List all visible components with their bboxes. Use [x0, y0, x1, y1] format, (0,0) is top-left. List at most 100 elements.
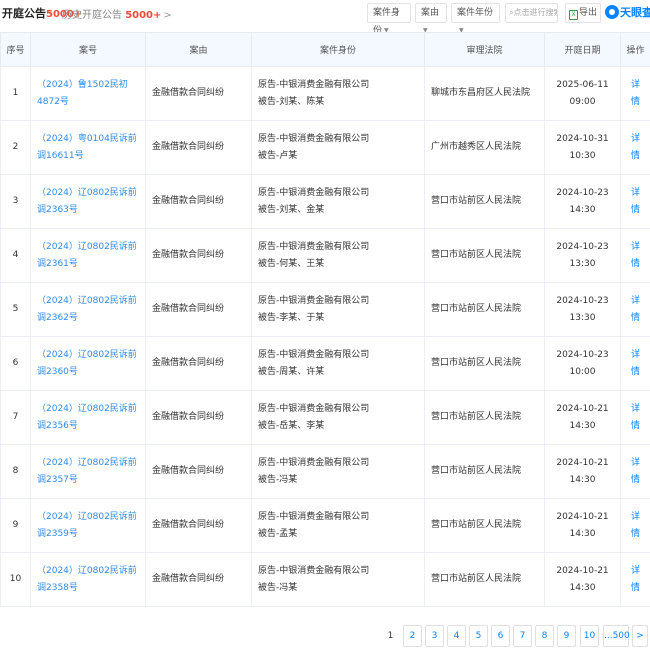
defendant: 被告-李某、于某: [258, 312, 325, 323]
page-10-button[interactable]: 10: [580, 625, 599, 647]
search-input[interactable]: ⌕点击进行搜索: [505, 3, 558, 23]
plaintiff: 原告-中银消费金融有限公司: [258, 457, 370, 468]
case-parties: 原告-中银消费金融有限公司 被告-李某、于某: [251, 282, 425, 337]
case-number-link[interactable]: （2024）辽0802民诉前调2362号: [30, 282, 146, 337]
hearing-date: 2024-10-31 10:30: [544, 120, 621, 175]
row-number: 4: [0, 228, 31, 283]
detail-link[interactable]: 详情: [620, 336, 650, 391]
hearing-date: 2024-10-23 10:00: [544, 336, 621, 391]
defendant: 被告-岳某、李某: [258, 420, 325, 431]
case-cause: 金融借款合同纠纷: [145, 552, 252, 607]
toolbar: 开庭公告5000+ 历史开庭公告 5000+ > 案件身份 ▼ 案由▼ 案件年份▼ …: [0, 0, 650, 36]
case-cause: 金融借款合同纠纷: [145, 336, 252, 391]
table-row: 2 （2024）粤0104民诉前调16611号 金融借款合同纠纷 原告-中银消费金融有…: [0, 120, 650, 175]
defendant: 被告-何某、王某: [258, 258, 325, 269]
page-2-button[interactable]: 2: [403, 625, 422, 647]
column-header: 开庭日期: [544, 32, 621, 67]
case-number-link[interactable]: （2024）辽0802民诉前调2357号: [30, 444, 146, 499]
detail-link[interactable]: 详情: [620, 66, 650, 121]
hearing-date: 2024-10-21 14:30: [544, 444, 621, 499]
defendant: 被告-刘某、金某: [258, 204, 325, 215]
table-row: 10 （2024）辽0802民诉前调2358号 金融借款合同纠纷 原告-中银消费金融有…: [0, 552, 650, 607]
column-header: 案件身份: [251, 32, 425, 67]
history-label: 历史开庭公告: [62, 10, 122, 21]
detail-link[interactable]: 详情: [620, 120, 650, 175]
table-row: 5 （2024）辽0802民诉前调2362号 金融借款合同纠纷 原告-中银消费金融有限…: [0, 282, 650, 337]
page-8-button[interactable]: 8: [535, 625, 554, 647]
case-number-link[interactable]: （2024）辽0802民诉前调2359号: [30, 498, 146, 553]
defendant: 被告-孟某: [258, 528, 298, 539]
case-parties: 原告-中银消费金融有限公司 被告-刘某、金某: [251, 174, 425, 229]
page-last-button[interactable]: ...500: [603, 625, 630, 647]
table-row: 3 （2024）辽0802民诉前调2363号 金融借款合同纠纷 原告-中银消费金融有限…: [0, 174, 650, 229]
history-count: 5000+: [125, 10, 162, 21]
page-9-button[interactable]: 9: [557, 625, 576, 647]
hearing-table: 序号 案号 案由 案件身份 审理法院 开庭日期 操作 1 （2024）鲁1502民…: [0, 32, 650, 607]
detail-link[interactable]: 详情: [620, 390, 650, 445]
detail-link[interactable]: 详情: [620, 552, 650, 607]
tianyancha-logo: 天眼查: [605, 4, 650, 20]
section-title-label: 开庭公告: [2, 7, 46, 20]
court: 广州市越秀区人民法院: [424, 120, 545, 175]
logo-icon: [605, 5, 619, 19]
defendant: 被告-周某、许某: [258, 366, 325, 377]
row-number: 5: [0, 282, 31, 337]
page-3-button[interactable]: 3: [425, 625, 444, 647]
page-4-button[interactable]: 4: [447, 625, 466, 647]
page-5-button[interactable]: 5: [469, 625, 488, 647]
detail-link[interactable]: 详情: [620, 228, 650, 283]
page-1-button[interactable]: 1: [381, 625, 400, 647]
filter-cause[interactable]: 案由▼: [415, 3, 447, 34]
defendant: 被告-冯某: [258, 474, 298, 485]
case-number-link[interactable]: （2024）辽0802民诉前调2363号: [30, 174, 146, 229]
filter-case-role[interactable]: 案件身份 ▼: [367, 3, 411, 36]
row-number: 2: [0, 120, 31, 175]
case-parties: 原告-中银消费金融有限公司 被告-孟某: [251, 498, 425, 553]
page-6-button[interactable]: 6: [491, 625, 510, 647]
column-header: 案号: [30, 32, 146, 67]
court: 营口市站前区人民法院: [424, 498, 545, 553]
case-number-link[interactable]: （2024）鲁1502民初4872号: [30, 66, 146, 121]
hearing-date: 2025-06-11 09:00: [544, 66, 621, 121]
hearing-date: 2024-10-21 14:30: [544, 390, 621, 445]
case-cause: 金融借款合同纠纷: [145, 282, 252, 337]
defendant: 被告-刘某、陈某: [258, 96, 325, 107]
plaintiff: 原告-中银消费金融有限公司: [258, 511, 370, 522]
history-link[interactable]: 历史开庭公告 5000+ >: [62, 6, 172, 21]
case-parties: 原告-中银消费金融有限公司 被告-何某、王某: [251, 228, 425, 283]
filter-year[interactable]: 案件年份▼: [451, 3, 500, 34]
defendant: 被告-卢某: [258, 150, 298, 161]
court: 营口市站前区人民法院: [424, 552, 545, 607]
court: 营口市站前区人民法院: [424, 282, 545, 337]
detail-link[interactable]: 详情: [620, 444, 650, 499]
case-number-link[interactable]: （2024）辽0802民诉前调2356号: [30, 390, 146, 445]
row-number: 9: [0, 498, 31, 553]
case-number-link[interactable]: （2024）辽0802民诉前调2360号: [30, 336, 146, 391]
row-number: 1: [0, 66, 31, 121]
detail-link[interactable]: 详情: [620, 174, 650, 229]
case-cause: 金融借款合同纠纷: [145, 390, 252, 445]
case-parties: 原告-中银消费金融有限公司 被告-冯某: [251, 552, 425, 607]
table-row: 4 （2024）辽0802民诉前调2361号 金融借款合同纠纷 原告-中银消费金融有限…: [0, 228, 650, 283]
defendant: 被告-冯某: [258, 582, 298, 593]
table-row: 9 （2024）辽0802民诉前调2359号 金融借款合同纠纷 原告-中银消费金融有限…: [0, 498, 650, 553]
case-number-link[interactable]: （2024）粤0104民诉前调16611号: [30, 120, 146, 175]
column-header: 序号: [0, 32, 31, 67]
export-button[interactable]: X 导出: [565, 3, 601, 23]
case-cause: 金融借款合同纠纷: [145, 444, 252, 499]
court: 营口市站前区人民法院: [424, 336, 545, 391]
plaintiff: 原告-中银消费金融有限公司: [258, 133, 370, 144]
case-number-link[interactable]: （2024）辽0802民诉前调2361号: [30, 228, 146, 283]
case-number-link[interactable]: （2024）辽0802民诉前调2358号: [30, 552, 146, 607]
plaintiff: 原告-中银消费金融有限公司: [258, 79, 370, 90]
row-number: 10: [0, 552, 31, 607]
column-header: 操作: [620, 32, 650, 67]
page-7-button[interactable]: 7: [513, 625, 532, 647]
column-header: 案由: [145, 32, 252, 67]
detail-link[interactable]: 详情: [620, 282, 650, 337]
plaintiff: 原告-中银消费金融有限公司: [258, 403, 370, 414]
court: 营口市站前区人民法院: [424, 390, 545, 445]
row-number: 3: [0, 174, 31, 229]
detail-link[interactable]: 详情: [620, 498, 650, 553]
next-page-button[interactable]: >: [632, 625, 648, 647]
